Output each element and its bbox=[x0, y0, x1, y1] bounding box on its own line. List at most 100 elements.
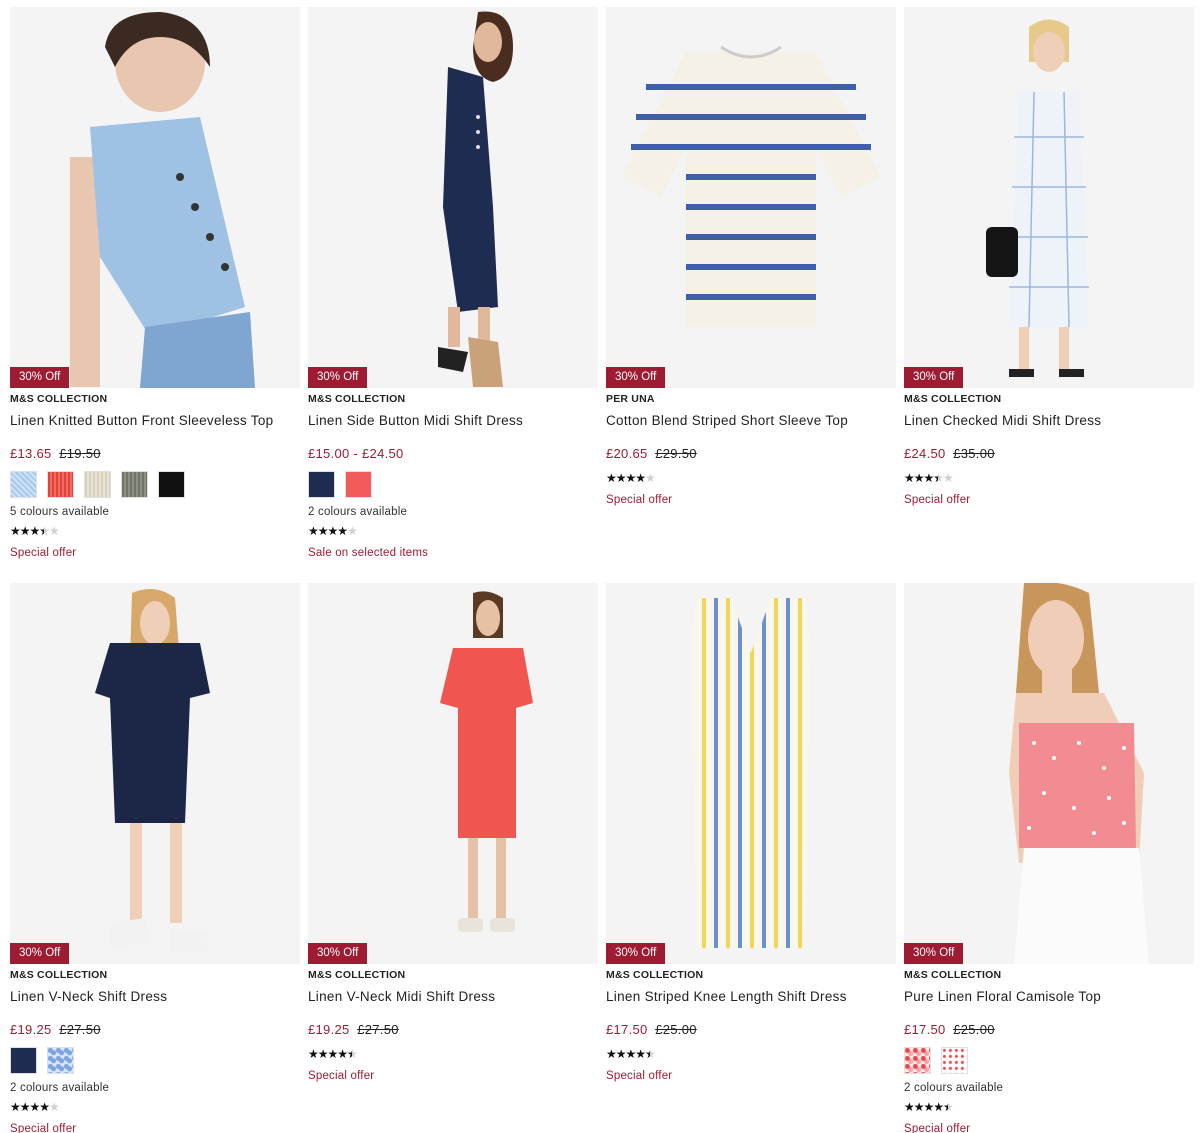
star-rating[interactable]: ★★★★★★★★★★ bbox=[904, 1100, 954, 1114]
product-image[interactable]: 30% Off bbox=[606, 7, 896, 388]
product-image[interactable]: 30% Off bbox=[606, 583, 896, 964]
swatch-khaki[interactable] bbox=[121, 471, 148, 498]
product-photo bbox=[904, 7, 1194, 388]
star-rating[interactable]: ★★★★★★★★★★ bbox=[10, 1100, 60, 1114]
star-rating[interactable]: ★★★★★★★★★★ bbox=[308, 1047, 358, 1061]
discount-badge: 30% Off bbox=[606, 943, 666, 964]
swatch-blue-floral[interactable] bbox=[47, 1047, 74, 1074]
product-title-link[interactable]: Linen Striped Knee Length Shift Dress bbox=[606, 988, 896, 1006]
price-row: £13.65 £19.50 bbox=[10, 446, 300, 462]
product-photo bbox=[606, 7, 896, 388]
product-title-link[interactable]: Linen V-Neck Midi Shift Dress bbox=[308, 988, 598, 1006]
star-rating[interactable]: ★★★★★★★★★★ bbox=[606, 1047, 656, 1061]
swatch-navy[interactable] bbox=[308, 471, 335, 498]
special-offer-link[interactable]: Special offer bbox=[606, 1069, 896, 1083]
current-price: £17.50 bbox=[904, 1022, 946, 1037]
special-offer-link[interactable]: Special offer bbox=[308, 1069, 598, 1083]
special-offer-link[interactable]: Sale on selected items bbox=[308, 546, 598, 560]
brand-label: M&S COLLECTION bbox=[308, 969, 406, 981]
discount-badge: 30% Off bbox=[904, 943, 964, 964]
product-title-link[interactable]: Linen Knitted Button Front Sleeveless To… bbox=[10, 412, 300, 430]
price-row: £17.50 £25.00 bbox=[904, 1022, 1194, 1038]
product-image[interactable]: 30% Off bbox=[10, 583, 300, 964]
product-photo bbox=[606, 583, 896, 964]
product-card[interactable]: 30% Off M&S COLLECTION Linen Checked Mid… bbox=[904, 7, 1194, 507]
product-card[interactable]: 30% Off M&S COLLECTION Linen Striped Kne… bbox=[606, 583, 896, 1083]
product-title-link[interactable]: Linen Checked Midi Shift Dress bbox=[904, 412, 1194, 430]
special-offer-link[interactable]: Special offer bbox=[904, 493, 1194, 507]
product-photo bbox=[10, 583, 300, 964]
colour-swatches bbox=[904, 1047, 1194, 1075]
original-price: £27.50 bbox=[59, 1022, 101, 1037]
swatch-beige[interactable] bbox=[84, 471, 111, 498]
swatch-light-blue[interactable] bbox=[10, 471, 37, 498]
colours-available: 2 colours available bbox=[308, 506, 408, 518]
special-offer-link[interactable]: Special offer bbox=[904, 1122, 1194, 1133]
price-row: £17.50 £25.00 bbox=[606, 1022, 896, 1038]
colour-swatches bbox=[10, 1047, 300, 1075]
product-card[interactable]: 30% Off PER UNA Cotton Blend Striped Sho… bbox=[606, 7, 896, 507]
swatch-navy[interactable] bbox=[10, 1047, 37, 1074]
product-title-link[interactable]: Cotton Blend Striped Short Sleeve Top bbox=[606, 412, 896, 430]
star-icons-filled: ★★★★★ bbox=[10, 1100, 50, 1114]
product-image[interactable]: 30% Off bbox=[10, 7, 300, 388]
current-price: £24.50 bbox=[904, 446, 946, 461]
brand-label: M&S COLLECTION bbox=[10, 969, 108, 981]
star-icons-filled: ★★★★★ bbox=[308, 1047, 352, 1061]
current-price: £13.65 bbox=[10, 446, 52, 461]
product-image[interactable]: 30% Off bbox=[904, 7, 1194, 388]
special-offer-link[interactable]: Special offer bbox=[10, 546, 300, 560]
swatch-white-floral[interactable] bbox=[941, 1047, 968, 1074]
original-price: £19.50 bbox=[59, 446, 101, 461]
discount-badge: 30% Off bbox=[904, 367, 964, 388]
price-row: £19.25 £27.50 bbox=[308, 1022, 598, 1038]
product-photo bbox=[904, 583, 1194, 964]
original-price: £35.00 bbox=[953, 446, 995, 461]
swatch-red[interactable] bbox=[47, 471, 74, 498]
star-icons-filled: ★★★★★ bbox=[904, 471, 938, 485]
star-rating[interactable]: ★★★★★★★★★★ bbox=[606, 471, 656, 485]
product-card[interactable]: 30% Off M&S COLLECTION Linen Side Button… bbox=[308, 7, 598, 560]
discount-badge: 30% Off bbox=[308, 943, 368, 964]
discount-badge: 30% Off bbox=[10, 943, 70, 964]
product-title-link[interactable]: Linen V-Neck Shift Dress bbox=[10, 988, 300, 1006]
current-price: £19.25 bbox=[10, 1022, 52, 1037]
star-icons-filled: ★★★★★ bbox=[904, 1100, 948, 1114]
swatch-pink-floral[interactable] bbox=[904, 1047, 931, 1074]
star-icons-filled: ★★★★★ bbox=[10, 524, 44, 538]
product-image[interactable]: 30% Off bbox=[308, 583, 598, 964]
product-card[interactable]: 30% Off M&S COLLECTION Linen Knitted But… bbox=[10, 7, 300, 560]
colours-available: 2 colours available bbox=[10, 1082, 110, 1094]
discount-badge: 30% Off bbox=[308, 367, 368, 388]
current-price: £19.25 bbox=[308, 1022, 350, 1037]
original-price: £29.50 bbox=[655, 446, 697, 461]
star-rating[interactable]: ★★★★★★★★★★ bbox=[10, 524, 60, 538]
product-card[interactable]: 30% Off M&S COLLECTION Pure Linen Floral… bbox=[904, 583, 1194, 1133]
product-title-link[interactable]: Pure Linen Floral Camisole Top bbox=[904, 988, 1194, 1006]
special-offer-link[interactable]: Special offer bbox=[10, 1122, 300, 1133]
swatch-coral[interactable] bbox=[345, 471, 372, 498]
colours-available: 5 colours available bbox=[10, 506, 110, 518]
product-photo bbox=[308, 583, 598, 964]
product-title-link[interactable]: Linen Side Button Midi Shift Dress bbox=[308, 412, 598, 430]
current-price: £15.00 - £24.50 bbox=[308, 446, 404, 461]
star-icons-filled: ★★★★★ bbox=[606, 1047, 650, 1061]
colour-swatches bbox=[10, 471, 300, 499]
original-price: £27.50 bbox=[357, 1022, 399, 1037]
product-image[interactable]: 30% Off bbox=[904, 583, 1194, 964]
product-card[interactable]: 30% Off M&S COLLECTION Linen V-Neck Shif… bbox=[10, 583, 300, 1133]
star-rating[interactable]: ★★★★★★★★★★ bbox=[904, 471, 954, 485]
product-image[interactable]: 30% Off bbox=[308, 7, 598, 388]
special-offer-link[interactable]: Special offer bbox=[606, 493, 896, 507]
brand-label: M&S COLLECTION bbox=[10, 393, 108, 405]
product-photo bbox=[308, 7, 598, 388]
price-row: £20.65 £29.50 bbox=[606, 446, 896, 462]
swatch-black[interactable] bbox=[158, 471, 185, 498]
product-photo bbox=[10, 7, 300, 388]
colour-swatches bbox=[308, 471, 598, 499]
product-card[interactable]: 30% Off M&S COLLECTION Linen V-Neck Midi… bbox=[308, 583, 598, 1083]
original-price: £25.00 bbox=[953, 1022, 995, 1037]
star-rating[interactable]: ★★★★★★★★★★ bbox=[308, 524, 358, 538]
colours-available: 2 colours available bbox=[904, 1082, 1004, 1094]
brand-label: M&S COLLECTION bbox=[606, 969, 704, 981]
